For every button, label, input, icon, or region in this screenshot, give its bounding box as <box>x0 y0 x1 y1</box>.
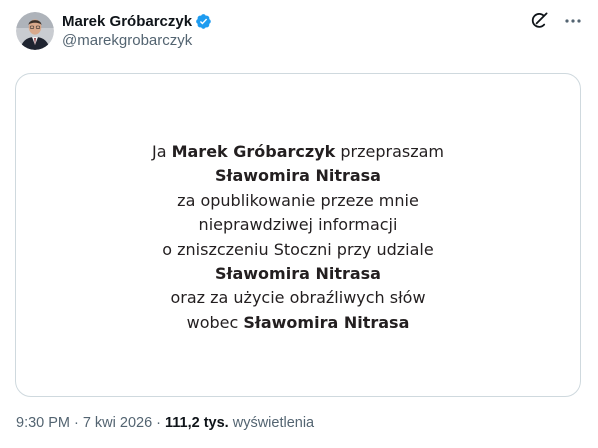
apology-line: Sławomira Nitrasa <box>16 262 580 286</box>
tweet-time[interactable]: 9:30 PM <box>16 415 70 431</box>
avatar[interactable] <box>16 12 54 50</box>
name-row: Marek Gróbarczyk <box>62 11 212 31</box>
tweet-meta: 9:30 PM · 7 kwi 2026 · 111,2 tys. wyświe… <box>16 415 314 431</box>
verified-badge-icon[interactable] <box>195 13 212 30</box>
apology-bold: Sławomira Nitrasa <box>215 264 381 284</box>
apology-bold: Sławomira Nitrasa <box>243 312 410 332</box>
avatar-image <box>16 12 54 50</box>
apology-line: wobec Sławomira Nitrasa <box>186 312 410 332</box>
more-icon[interactable] <box>562 10 584 32</box>
views-count: 111,2 tys. <box>165 415 229 431</box>
views-label: wyświetlenia <box>232 415 315 431</box>
tweet-date[interactable]: 7 kwi 2026 <box>83 415 152 431</box>
apology-bold: Marek Gróbarczyk <box>171 142 336 161</box>
meta-separator: · <box>156 415 162 431</box>
author-block: Marek Gróbarczyk @marekgrobarczyk <box>62 11 212 49</box>
apology-line: Sławomira Nitrasa <box>16 164 580 188</box>
display-name[interactable]: Marek Gróbarczyk <box>62 13 192 30</box>
top-actions <box>528 10 584 32</box>
media-image[interactable]: Ja Marek Gróbarczyk przepraszam Sławomira… <box>15 73 581 397</box>
apology-line: Ja Marek Gróbarczyk przepraszam <box>151 142 445 161</box>
apology-text: Ja Marek Gróbarczyk przepraszam Sławomira… <box>16 140 580 335</box>
apology-line: oraz za użycie obraźliwych słów <box>170 288 426 308</box>
apology-line: nieprawdziwej informacji <box>198 215 398 235</box>
apology-line: o zniszczeniu Stoczni przy udziale <box>162 239 434 259</box>
meta-separator: · <box>74 415 79 431</box>
apology-bold: Sławomira Nitrasa <box>215 166 381 186</box>
grok-icon[interactable] <box>528 10 550 32</box>
tweet: Marek Gróbarczyk @marekgrobarczyk Ja Mar… <box>0 0 598 448</box>
apology-line: za opublikowanie przeze mnie <box>177 190 419 210</box>
handle[interactable]: @marekgrobarczyk <box>62 32 212 49</box>
